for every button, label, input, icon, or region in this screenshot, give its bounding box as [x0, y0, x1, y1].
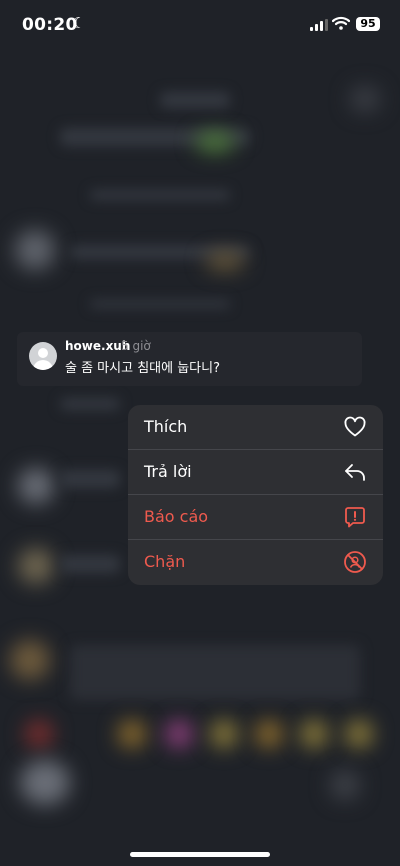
cellular-signal-icon — [310, 19, 328, 31]
menu-item-label: Chặn — [144, 552, 186, 571]
wifi-icon — [332, 16, 350, 30]
moon-icon: ☾ — [72, 14, 86, 32]
heart-icon — [344, 416, 366, 437]
block-icon — [344, 551, 366, 573]
home-indicator[interactable] — [130, 852, 270, 857]
menu-item-label: Báo cáo — [144, 507, 209, 526]
comment-time: 5 giờ — [121, 339, 151, 353]
menu-item-reply[interactable]: Trả lời — [128, 450, 383, 495]
avatar[interactable] — [29, 342, 57, 370]
menu-item-label: Thích — [144, 417, 188, 436]
menu-item-block[interactable]: Chặn — [128, 540, 383, 585]
status-time: 00:20 — [22, 15, 78, 35]
comment-text: 술 좀 마시고 침대에 눕다니? — [65, 361, 220, 376]
report-icon — [345, 507, 365, 528]
menu-item-like[interactable]: Thích — [128, 405, 383, 450]
battery-indicator: 95 — [356, 17, 380, 31]
comment-bubble[interactable]: howe.xuh 5 giờ 술 좀 마시고 침대에 눕다니? — [17, 332, 362, 386]
status-bar: 00:20 ☾ 95 — [0, 0, 400, 50]
context-menu: Thích Trả lời Báo cáo Chặn — [128, 405, 383, 585]
reply-icon — [345, 464, 365, 481]
menu-item-label: Trả lời — [144, 462, 192, 481]
menu-item-report[interactable]: Báo cáo — [128, 495, 383, 540]
